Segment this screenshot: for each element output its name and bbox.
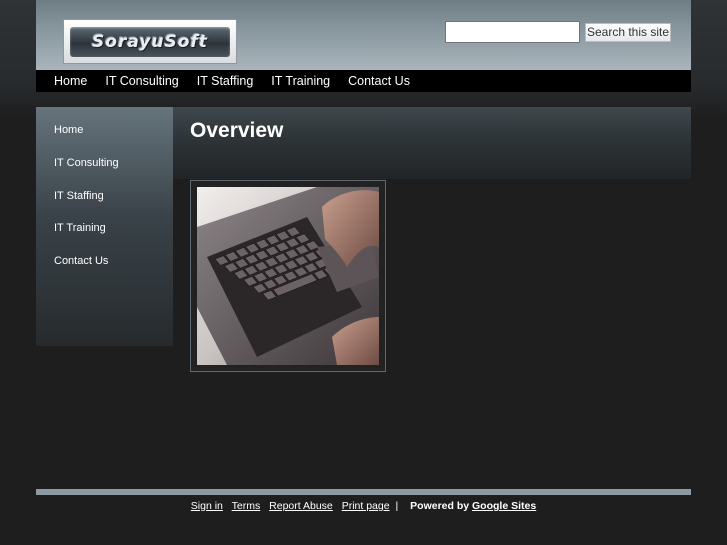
print-page-link[interactable]: Print page [342, 500, 390, 512]
page-title-band: Overview [173, 107, 691, 179]
search-input[interactable] [445, 21, 580, 43]
powered-by-label: Powered by [410, 500, 470, 512]
logo-badge: SorayuSoft [70, 26, 230, 57]
site-footer: Sign in Terms Report Abuse Print page | … [0, 500, 727, 514]
site-header: SorayuSoft Search this site [36, 0, 691, 70]
sidebar-item-it-training[interactable]: IT Training [54, 222, 106, 234]
footer-bar [36, 489, 691, 495]
topnav-item-it-training[interactable]: IT Training [271, 74, 330, 88]
google-sites-link[interactable]: Google Sites [472, 500, 536, 512]
topnav-item-it-consulting[interactable]: IT Consulting [105, 74, 178, 88]
report-abuse-link[interactable]: Report Abuse [269, 500, 333, 512]
logo-text: SorayuSoft [92, 31, 208, 52]
page-title: Overview [190, 119, 284, 142]
terms-link[interactable]: Terms [232, 500, 261, 512]
sidebar: Home IT Consulting IT Staffing IT Traini… [36, 107, 173, 346]
sign-in-link[interactable]: Sign in [191, 500, 223, 512]
site-logo[interactable]: SorayuSoft [63, 19, 237, 64]
sidebar-item-it-consulting[interactable]: IT Consulting [54, 157, 119, 169]
laptop-keyboard-image [190, 180, 386, 372]
laptop-keyboard-illustration [197, 187, 379, 365]
topnav-item-home[interactable]: Home [54, 74, 87, 88]
search-button[interactable]: Search this site [585, 23, 671, 42]
sidebar-item-home[interactable]: Home [54, 124, 83, 136]
footer-separator: | [395, 500, 399, 512]
sidebar-item-contact-us[interactable]: Contact Us [54, 255, 108, 267]
sidebar-item-it-staffing[interactable]: IT Staffing [54, 190, 104, 202]
topnav-item-it-staffing[interactable]: IT Staffing [197, 74, 254, 88]
top-navigation: Home IT Consulting IT Staffing IT Traini… [36, 70, 691, 92]
topnav-item-contact-us[interactable]: Contact Us [348, 74, 410, 88]
